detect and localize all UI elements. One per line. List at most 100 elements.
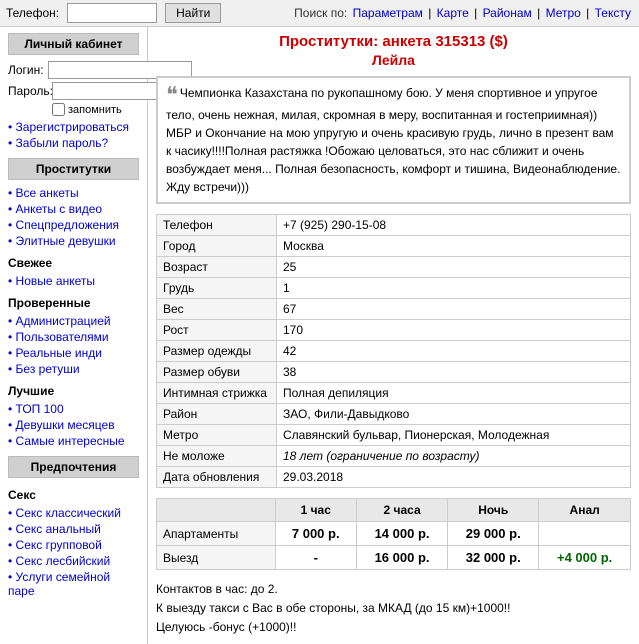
content: Проститутки: анкета 315313 ($) Лейла ❝Че… (148, 27, 639, 644)
prostitutki-links: Все анкеты Анкеты с видео Спецпредложени… (8, 184, 139, 250)
verified-title: Проверенные (8, 296, 139, 310)
info-row: Не моложе18 лет (ограничение по возрасту… (157, 446, 631, 467)
info-label: Интимная стрижка (157, 383, 277, 404)
price-col-type (157, 499, 276, 522)
search-link-districts[interactable]: Районам (483, 6, 532, 20)
price-col-night: Ночь (448, 499, 539, 522)
info-value: 42 (277, 341, 631, 362)
info-row: Грудь1 (157, 278, 631, 299)
sidebar-real-indie[interactable]: Реальные инди (8, 346, 139, 360)
info-label: Телефон (157, 215, 277, 236)
info-row: РайонЗАО, Фили-Давыдково (157, 404, 631, 425)
info-value: Славянский бульвар, Пионерская, Молодежн… (277, 425, 631, 446)
sidebar-specials[interactable]: Спецпредложения (8, 218, 139, 232)
info-row: Рост170 (157, 320, 631, 341)
info-label: Вес (157, 299, 277, 320)
price-type: Апартаменты (157, 522, 276, 546)
remember-row: запомнить (8, 103, 139, 116)
info-label: Возраст (157, 257, 277, 278)
content-footer: Контактов в час: до 2.К выезду такси с В… (156, 580, 631, 638)
password-row: Пароль: OK (8, 82, 139, 100)
price-col-1h: 1 час (275, 499, 356, 522)
price-value: 7 000 р. (275, 522, 356, 546)
phone-input[interactable] (67, 3, 157, 23)
sidebar-month-girls[interactable]: Девушки месяцев (8, 418, 139, 432)
sidebar-new-profiles[interactable]: Новые анкеты (8, 274, 139, 288)
profile-name: Лейла (156, 52, 631, 68)
sidebar-all-profiles[interactable]: Все анкеты (8, 186, 139, 200)
sidebar-most-interesting[interactable]: Самые интересные (8, 434, 139, 448)
info-label: Грудь (157, 278, 277, 299)
info-row: ГородМосква (157, 236, 631, 257)
info-value: +7 (925) 290-15-08 (277, 215, 631, 236)
login-form: Логин: Пароль: OK запомнить (8, 59, 139, 118)
sidebar-elite[interactable]: Элитные девушки (8, 234, 139, 248)
auth-links: Зарегистрироваться Забыли пароль? (8, 118, 139, 152)
info-value: 25 (277, 257, 631, 278)
info-value: Полная депиляция (277, 383, 631, 404)
sidebar-top100[interactable]: ТОП 100 (8, 402, 139, 416)
search-by-label: Поиск по: (294, 6, 347, 20)
best-links: ТОП 100 Девушки месяцев Самые интересные (8, 400, 139, 450)
info-value: 18 лет (ограничение по возрасту) (277, 446, 631, 467)
info-label: Город (157, 236, 277, 257)
quote-block: ❝Чемпионка Казахстана по рукопашному бою… (156, 76, 631, 204)
info-value: 67 (277, 299, 631, 320)
prostitutki-title: Проститутки (8, 158, 139, 180)
info-table: Телефон+7 (925) 290-15-08ГородМоскваВозр… (156, 214, 631, 488)
search-button[interactable]: Найти (165, 3, 221, 23)
sidebar-sex-anal[interactable]: Секс анальный (8, 522, 139, 536)
sex-links: Секс классический Секс анальный Секс гру… (8, 504, 139, 600)
footer-line: К выезду такси с Вас в обе стороны, за М… (156, 599, 631, 618)
price-value: 14 000 р. (356, 522, 447, 546)
info-label: Район (157, 404, 277, 425)
info-row: Дата обновления29.03.2018 (157, 467, 631, 488)
login-label: Логин: (8, 63, 44, 77)
verified-links: Администрацией Пользователями Реальные и… (8, 312, 139, 378)
sidebar-sex-classic[interactable]: Секс классический (8, 506, 139, 520)
info-value: 1 (277, 278, 631, 299)
price-value (539, 522, 631, 546)
price-header-row: 1 час 2 часа Ночь Анал (157, 499, 631, 522)
price-value: - (275, 546, 356, 570)
info-value: 170 (277, 320, 631, 341)
quote-mark-icon: ❝ (166, 82, 178, 107)
info-row: Интимная стрижкаПолная депиляция (157, 383, 631, 404)
sidebar-sex-lesbian[interactable]: Секс лесбийский (8, 554, 139, 568)
info-label: Метро (157, 425, 277, 446)
info-row: Размер одежды42 (157, 341, 631, 362)
prefs-title: Предпочтения (8, 456, 139, 478)
sidebar-sex-group[interactable]: Секс групповой (8, 538, 139, 552)
search-links: Поиск по: Параметрам | Карте | Районам |… (294, 6, 633, 20)
price-type: Выезд (157, 546, 276, 570)
price-col-2h: 2 часа (356, 499, 447, 522)
sidebar: Личный кабинет Логин: Пароль: OK запомни… (0, 27, 148, 644)
info-label: Дата обновления (157, 467, 277, 488)
search-link-params[interactable]: Параметрам (353, 6, 423, 20)
price-row: Апартаменты7 000 р.14 000 р.29 000 р. (157, 522, 631, 546)
fresh-links: Новые анкеты (8, 272, 139, 290)
cabinet-title: Личный кабинет (8, 33, 139, 55)
search-link-metro[interactable]: Метро (546, 6, 581, 20)
info-row: Размер обуви38 (157, 362, 631, 383)
price-value: +4 000 р. (539, 546, 631, 570)
price-value: 16 000 р. (356, 546, 447, 570)
remember-checkbox[interactable] (52, 103, 65, 116)
sidebar-sex-couple[interactable]: Услуги семейной паре (8, 570, 139, 598)
info-row: МетроСлавянский бульвар, Пионерская, Мол… (157, 425, 631, 446)
register-link[interactable]: Зарегистрироваться (8, 120, 139, 134)
page-title: Проститутки: анкета 315313 ($) (156, 33, 631, 50)
sidebar-user-verified[interactable]: Пользователями (8, 330, 139, 344)
info-label: Размер обуви (157, 362, 277, 383)
info-value: 29.03.2018 (277, 467, 631, 488)
search-link-map[interactable]: Карте (437, 6, 469, 20)
forgot-link[interactable]: Забыли пароль? (8, 136, 139, 150)
phone-label: Телефон: (6, 6, 59, 20)
search-link-text[interactable]: Тексту (595, 6, 631, 20)
sidebar-video-profiles[interactable]: Анкеты с видео (8, 202, 139, 216)
sidebar-no-retouch[interactable]: Без ретуши (8, 362, 139, 376)
info-label: Не моложе (157, 446, 277, 467)
sidebar-admin-verified[interactable]: Администрацией (8, 314, 139, 328)
price-value: 32 000 р. (448, 546, 539, 570)
info-label: Размер одежды (157, 341, 277, 362)
